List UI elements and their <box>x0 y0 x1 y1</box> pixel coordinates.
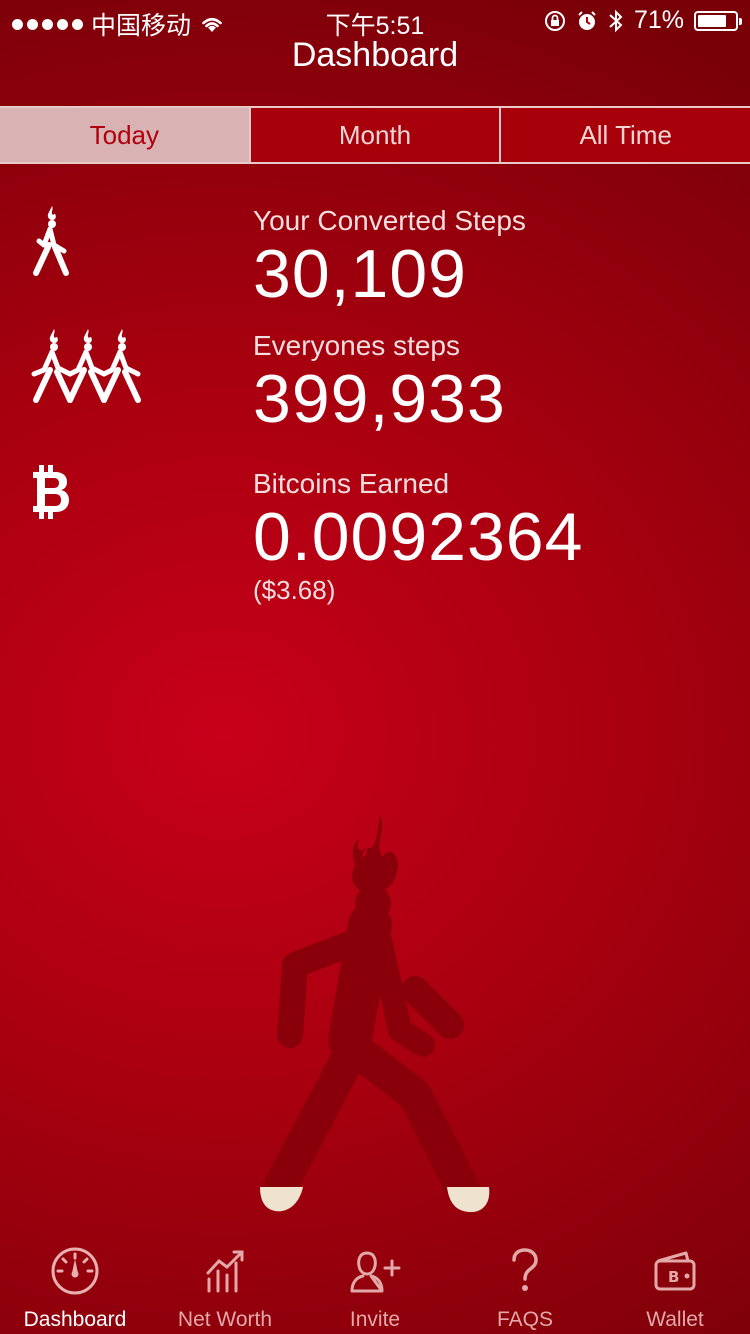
bitcoins-earned-label: Bitcoins Earned <box>253 468 450 499</box>
tabbar-net-worth[interactable]: Net Worth <box>150 1234 300 1334</box>
tabbar-faqs-label: FAQS <box>496 1308 554 1331</box>
bitcoins-usd-value: ($3.68) <box>253 574 336 605</box>
converted-steps-value: 30,109 <box>253 236 467 312</box>
tab-all-time[interactable]: All Time <box>501 108 750 162</box>
wallet-icon: B <box>654 1251 696 1291</box>
question-icon <box>512 1248 538 1291</box>
page-title: Dashboard <box>291 36 459 74</box>
tabbar-faqs[interactable]: FAQS <box>450 1234 600 1334</box>
bitcoins-earned-value: 0.0092364 <box>253 499 584 575</box>
battery-icon <box>694 10 742 31</box>
bottom-tab-bar: Dashboard Net Worth Invite FAQS B Wallet <box>0 1234 750 1334</box>
bluetooth-icon <box>609 9 623 32</box>
tabbar-invite[interactable]: Invite <box>300 1234 450 1334</box>
tabbar-wallet-label: Wallet <box>646 1308 704 1331</box>
converted-steps-stat: Your Converted Steps 30,109 <box>253 205 526 312</box>
everyone-steps-label: Everyones steps <box>253 330 460 361</box>
svg-text:B: B <box>668 1268 679 1286</box>
alarm-icon <box>578 10 596 30</box>
status-bar: 中国移动 下午5:51 71% <box>0 0 750 40</box>
add-person-icon <box>350 1251 401 1293</box>
tabbar-wallet[interactable]: B Wallet <box>600 1234 750 1334</box>
bar-chart-icon <box>206 1250 244 1293</box>
converted-steps-label: Your Converted Steps <box>253 205 526 236</box>
bitcoins-earned-stat: Bitcoins Earned 0.0092364 ($3.68) <box>253 468 583 606</box>
battery-percent: 71% <box>633 6 684 34</box>
tabbar-dashboard-label: Dashboard <box>23 1308 127 1331</box>
tab-month[interactable]: Month <box>250 108 502 162</box>
walking-man-illustration <box>260 815 490 1213</box>
speedometer-icon <box>51 1247 99 1295</box>
time-range-segmented-control: Today Month All Time <box>0 106 750 164</box>
tabbar-invite-label: Invite <box>349 1308 401 1331</box>
everyone-steps-value: 399,933 <box>253 361 506 437</box>
rotation-lock-icon <box>544 10 565 31</box>
bitcoin-icon <box>33 465 69 519</box>
group-walkers-icon <box>31 329 141 403</box>
tabbar-dashboard[interactable]: Dashboard <box>0 1234 150 1334</box>
single-walker-icon <box>33 206 69 276</box>
everyone-steps-stat: Everyones steps 399,933 <box>253 330 506 437</box>
tab-today[interactable]: Today <box>0 108 251 162</box>
tabbar-net-worth-label: Net Worth <box>177 1308 273 1331</box>
